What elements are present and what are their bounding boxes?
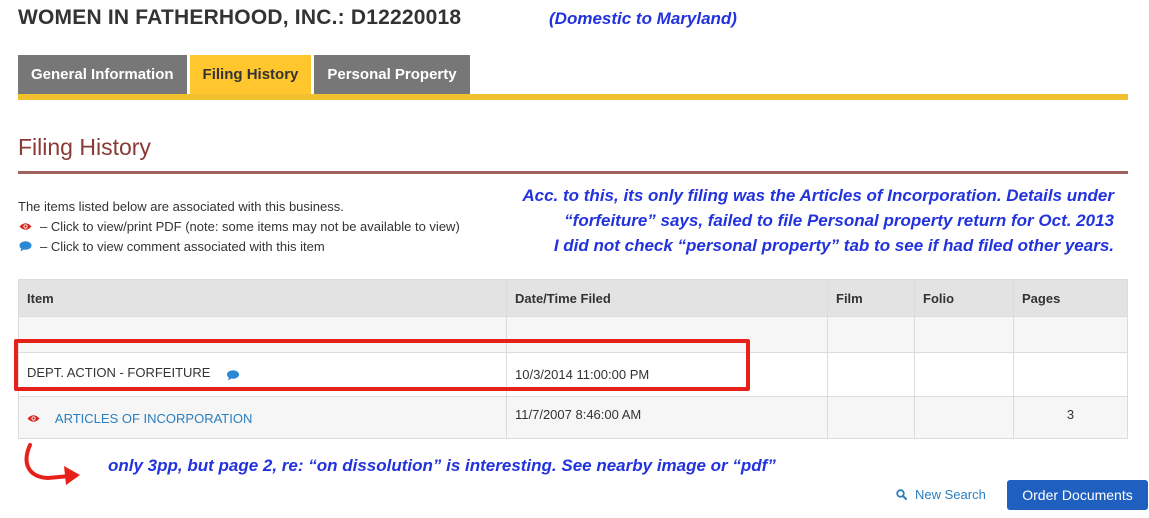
table-header-row: Item Date/Time Filed Film Folio Pages bbox=[18, 279, 1128, 317]
table-cell bbox=[18, 316, 507, 353]
legend-pdf: – Click to view/print PDF (note: some it… bbox=[18, 219, 460, 234]
annotation-note: Acc. to this, its only filing was the Ar… bbox=[480, 183, 1114, 258]
legend-pdf-label: – Click to view/print PDF (note: some it… bbox=[40, 219, 460, 234]
annotation-line: “forfeiture” says, failed to file Person… bbox=[564, 211, 1114, 230]
annotation-line: I did not check “personal property” tab … bbox=[553, 236, 1114, 255]
table-cell bbox=[914, 316, 1014, 353]
column-header-date[interactable]: Date/Time Filed bbox=[506, 279, 828, 317]
filing-history-table: Item Date/Time Filed Film Folio Pages DE… bbox=[18, 279, 1128, 439]
articles-link[interactable]: ARTICLES OF INCORPORATION bbox=[55, 411, 252, 426]
intro-text: The items listed below are associated wi… bbox=[18, 199, 344, 214]
curved-arrow-icon bbox=[24, 443, 80, 485]
film-cell bbox=[827, 396, 915, 439]
item-cell: ARTICLES OF INCORPORATION bbox=[18, 396, 507, 439]
annotation-line: Acc. to this, its only filing was the Ar… bbox=[522, 186, 1114, 205]
legend-comment: – Click to view comment associated with … bbox=[18, 239, 325, 254]
eye-icon[interactable] bbox=[27, 411, 40, 426]
page-title: Filing History bbox=[18, 134, 151, 160]
item-name: DEPT. ACTION - FORFEITURE bbox=[27, 365, 211, 380]
tab-underline bbox=[18, 94, 1128, 100]
table-row-empty bbox=[18, 316, 1128, 353]
date-cell: 11/7/2007 8:46:00 AM bbox=[506, 396, 828, 439]
film-cell bbox=[827, 352, 915, 397]
date-cell: 10/3/2014 11:00:00 PM bbox=[506, 352, 828, 397]
column-header-folio[interactable]: Folio bbox=[914, 279, 1014, 317]
tab-filing-history[interactable]: Filing History bbox=[189, 55, 312, 95]
table-cell bbox=[827, 316, 915, 353]
item-cell: DEPT. ACTION - FORFEITURE bbox=[18, 352, 507, 397]
column-header-item[interactable]: Item bbox=[18, 279, 507, 317]
new-search-label: New Search bbox=[915, 487, 986, 502]
column-header-film[interactable]: Film bbox=[827, 279, 915, 317]
comment-icon[interactable] bbox=[226, 369, 240, 384]
table-row: ARTICLES OF INCORPORATION 11/7/2007 8:46… bbox=[18, 396, 1128, 439]
table-cell bbox=[506, 316, 828, 353]
domestic-note: (Domestic to Maryland) bbox=[549, 9, 737, 28]
tab-bar: General Information Filing History Perso… bbox=[18, 55, 473, 95]
tab-general-information[interactable]: General Information bbox=[18, 55, 187, 95]
pages-cell: 3 bbox=[1013, 396, 1128, 439]
comment-icon bbox=[18, 241, 32, 252]
table-cell bbox=[1013, 316, 1128, 353]
tab-personal-property[interactable]: Personal Property bbox=[314, 55, 470, 95]
section-divider bbox=[18, 171, 1128, 174]
legend-comment-label: – Click to view comment associated with … bbox=[40, 239, 325, 254]
order-documents-button[interactable]: Order Documents bbox=[1007, 480, 1148, 510]
new-search-link[interactable]: New Search bbox=[896, 487, 986, 502]
eye-icon bbox=[18, 222, 32, 231]
bottom-note: only 3pp, but page 2, re: “on dissolutio… bbox=[108, 456, 776, 475]
column-header-pages[interactable]: Pages bbox=[1013, 279, 1128, 317]
pages-cell bbox=[1013, 352, 1128, 397]
folio-cell bbox=[914, 396, 1014, 439]
table-row: DEPT. ACTION - FORFEITURE 10/3/2014 11:0… bbox=[18, 352, 1128, 397]
search-icon bbox=[896, 489, 907, 500]
folio-cell bbox=[914, 352, 1014, 397]
entity-title: WOMEN IN FATHERHOOD, INC.: D12220018 bbox=[18, 6, 462, 29]
